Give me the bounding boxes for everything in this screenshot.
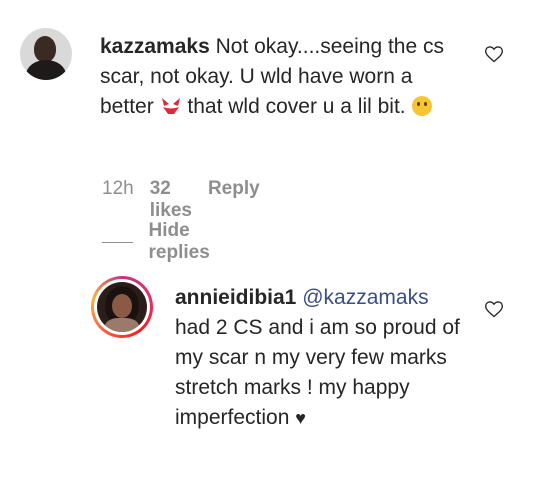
hide-replies[interactable]: Hide replies <box>102 220 223 264</box>
hide-replies-label[interactable]: Hide replies <box>149 220 224 264</box>
avatar[interactable] <box>20 28 72 80</box>
comment-username[interactable]: kazzamaks <box>100 35 210 58</box>
crying-face-icon <box>411 96 432 116</box>
like-heart-icon[interactable] <box>484 44 504 64</box>
divider-line <box>102 241 133 243</box>
bikini-icon <box>161 98 180 114</box>
comment-likes[interactable]: 32 likes <box>150 178 192 222</box>
reply-button[interactable]: Reply <box>208 178 260 200</box>
reply-body: had 2 CS and i am so proud of my scar n … <box>175 316 460 429</box>
comment-meta: 12h 32 likes Reply <box>102 178 260 222</box>
comment-text: kazzamaks Not okay....seeing the cs scar… <box>100 32 460 122</box>
black-heart-icon: ♥ <box>295 408 306 428</box>
avatar[interactable] <box>97 282 147 332</box>
avatar-story-ring[interactable] <box>91 276 153 338</box>
like-heart-icon[interactable] <box>484 299 504 319</box>
reply-text: annieidibia1 @kazzamaks had 2 CS and i a… <box>175 283 460 433</box>
reply-mention[interactable]: @kazzamaks <box>302 286 428 309</box>
comment-body-part2: that wld cover u a lil bit. <box>181 95 406 118</box>
comment-time: 12h <box>102 178 134 199</box>
reply-username[interactable]: annieidibia1 <box>175 286 296 309</box>
